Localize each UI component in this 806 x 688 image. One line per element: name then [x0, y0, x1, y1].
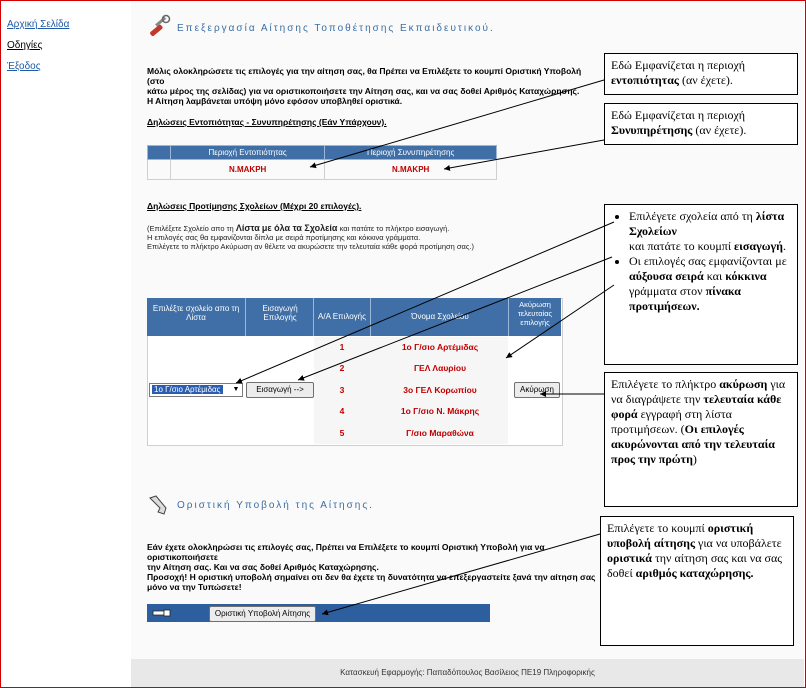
callout-select-insert: Επιλέγετε σχολεία από τη λίστα Σχολείων …	[604, 204, 798, 365]
nav-help-link[interactable]: Οδηγίες	[7, 40, 69, 51]
callout-text: )	[692, 452, 697, 466]
intro-line-1: Μόλις ολοκληρώσετε τις επιλογές για την …	[147, 66, 582, 86]
callout-text: λίστα	[755, 209, 785, 223]
decl-col-synypiretisi: Περιοχή Συνυπηρέτησης	[324, 145, 497, 160]
callout-synypiretisi-text-a: Εδώ Εμφανίζεται η περιοχή	[611, 108, 746, 122]
callout-text: εισαγωγή	[734, 239, 783, 253]
pointing-hand-icon	[152, 609, 171, 617]
callout-item-select: Επιλέγετε σχολεία από τη λίστα Σχολείων	[629, 209, 791, 239]
chevron-down-icon[interactable]: ▼	[231, 385, 241, 395]
help-text-a: (Επιλέξετε Σχολείο απο τη	[147, 224, 234, 233]
callout-entopiotita: Εδώ Εμφανίζεται η περιοχή εντοπιότητας (…	[604, 53, 798, 95]
help-text-c: με όλα τα Σχολεία	[261, 223, 338, 233]
insert-button[interactable]: Εισαγωγή -->	[246, 382, 314, 398]
intro-line-3: Η Αίτηση λαμβάνεται υπόψη μόνο εφόσον υπ…	[147, 96, 403, 106]
callout-text: Επιλέγετε το κουμπί	[607, 521, 705, 535]
pref-row-school: 1ο Γ/σιο Ν. Μάκρης	[400, 406, 480, 416]
submit-line-1: Εάν έχετε ολοκληρώσει τις επιλογές σας, …	[147, 542, 545, 562]
submit-bar	[147, 604, 490, 622]
school-select[interactable]: 1ο Γ/σιο Αρτέμιδας ▼	[149, 383, 243, 397]
callout-text: Οι επιλογές σας εμφανίζονται με	[629, 254, 787, 268]
decl-blank-cell	[147, 159, 171, 180]
callout-text: κόκκινα	[725, 269, 767, 283]
pref-header-divider	[508, 298, 509, 336]
pref-header-cancel: Ακύρωση τελευταίας επιλογής	[517, 300, 553, 327]
callout-cancel: Επιλέγετε το πλήκτρο ακύρωση για να διαγ…	[604, 372, 798, 507]
school-select-value: 1ο Γ/σιο Αρτέμιδας	[152, 385, 223, 394]
sidebar-nav: Αρχική Σελίδα Οδηγίες Έξοδος	[7, 19, 69, 82]
callout-text: και πατάτε το κουμπί	[629, 239, 732, 253]
submit-line-4: μόνο να την Τυπώσετε!	[147, 582, 242, 592]
submit-title: Οριστική Υποβολή της Αίτησης.	[177, 500, 374, 511]
decl-blank-header	[147, 145, 171, 160]
pref-row-number: 4	[339, 406, 345, 416]
callout-final-submit: Επιλέγετε το κουμπί οριστική υποβολή αίτ…	[600, 516, 794, 646]
callout-text: Επιλέγετε σχολεία από τη	[629, 209, 753, 223]
intro-line-2: κάτω μέρος της σελίδας) για να οριστικοπ…	[147, 86, 580, 96]
pref-row-school: Γ/σιο Μαραθώνα	[406, 428, 474, 438]
decl-col-entopiotita: Περιοχή Εντοπιότητας	[169, 145, 326, 160]
callout-text: Επιλέγετε το πλήκτρο	[611, 377, 717, 391]
help-text-d: και πατάτε το πλήκτρο εισαγωγή.	[339, 224, 450, 233]
callout-entopiotita-text-a: Εδώ Εμφανίζεται η περιοχή	[611, 58, 746, 72]
pref-header-number: Α/Α Επιλογής	[318, 312, 366, 321]
page-title: Επεξεργασία Αίτησης Τοποθέτησης Εκπαιδευ…	[177, 23, 495, 34]
decl-entopiotita-value: Ν.ΜΑΚΡΗ	[169, 159, 326, 180]
declarations-table: Περιοχή Εντοπιότητας Περιοχή Συνυπηρέτησ…	[147, 145, 497, 180]
callout-synypiretisi-text-b: Συνυπηρέτησης	[611, 123, 693, 137]
callout-text: γράμματα στον	[629, 284, 703, 298]
preferences-help-line-2: Η επιλογές σας θα εμφανίζονται δίπλα με …	[147, 233, 421, 242]
submit-line-2: την Αίτηση σας. Και να σας δοθεί Αριθμός…	[147, 562, 379, 572]
pref-row-school: ΓΕΛ Λαυρίου	[413, 363, 467, 373]
preferences-help-line-3: Επιλέγετε το πλήκτρο Ακύρωση αν θέλετε ν…	[147, 242, 475, 251]
pref-header-school: Όνομα Σχολείου	[411, 312, 469, 321]
hand-pointer-icon	[149, 495, 167, 515]
callout-text: οριστικά	[607, 551, 652, 565]
pref-row-school: 3ο ΓΕΛ Κορωπίου	[403, 385, 477, 395]
pref-header-insert: Εισαγωγή Επιλογής	[262, 304, 298, 322]
preferences-title: Δηλώσεις Προτίμησης Σχολείων (Μέχρι 20 ε…	[147, 201, 362, 211]
pref-row-number: 3	[339, 385, 345, 395]
wrench-icon	[150, 14, 171, 36]
callout-synypiretisi-text-c: (αν έχετε).	[695, 123, 747, 137]
callout-text: αύξουσα σειρά	[629, 269, 704, 283]
callout-item-order: Οι επιλογές σας εμφανίζονται με αύξουσα …	[629, 254, 791, 314]
callout-text: Σχολείων	[629, 224, 677, 238]
decl-synypiretisi-value: Ν.ΜΑΚΡΗ	[324, 159, 497, 180]
pref-row-school: 1ο Γ/σιο Αρτέμιδας	[401, 342, 479, 352]
pref-header-divider	[245, 298, 246, 336]
callout-entopiotita-text-c: (αν έχετε).	[681, 73, 733, 87]
final-submit-button[interactable]: Οριστική Υποβολή Αίτησης	[209, 606, 316, 622]
pref-row-number: 2	[339, 363, 345, 373]
footer: Κατασκευή Εφαρμογής: Παπαδόπουλος Βασίλε…	[131, 659, 804, 687]
pref-header-divider	[370, 298, 371, 336]
callout-text: ακύρωση	[719, 377, 768, 391]
submit-text: Εάν έχετε ολοκληρώσει τις επιλογές σας, …	[147, 542, 597, 592]
submit-line-3: Προσοχή! Η οριστική υποβολή σημαίνει οτι…	[147, 572, 596, 582]
sidebar: Αρχική Σελίδα Οδηγίες Έξοδος	[1, 1, 131, 687]
preferences-help-line-1: (Επιλέξετε Σχολείο απο τη Λίστα με όλα τ…	[147, 223, 617, 234]
help-text-b: Λίστα	[235, 223, 260, 233]
callout-item-insert: και πατάτε το κουμπί εισαγωγή.	[629, 239, 786, 253]
declarations-title: Δηλώσεις Εντοπιότητας - Συνυπηρέτησης (Ε…	[147, 117, 387, 127]
callout-text: και	[706, 269, 723, 283]
nav-home-link[interactable]: Αρχική Σελίδα	[7, 19, 69, 30]
intro-text: Μόλις ολοκληρώσετε τις επιλογές για την …	[147, 66, 597, 106]
pref-row-number: 5	[339, 428, 345, 438]
pref-header-select: Επιλέξτε σχολείο απο τη Λίστα	[152, 304, 240, 322]
nav-exit-link[interactable]: Έξοδος	[7, 61, 69, 72]
cancel-last-button[interactable]: Ακύρωση	[514, 382, 560, 398]
preferences-help: (Επιλέξετε Σχολείο απο τη Λίστα με όλα τ…	[147, 223, 617, 252]
callout-synypiretisi: Εδώ Εμφανίζεται η περιοχή Συνυπηρέτησης …	[604, 103, 798, 145]
callout-text: για να υποβάλετε	[698, 536, 782, 550]
callout-entopiotita-text-b: εντοπιότητας	[611, 73, 679, 87]
callout-text: αριθμός καταχώρησης.	[635, 566, 754, 580]
pref-row-number: 1	[339, 342, 345, 352]
